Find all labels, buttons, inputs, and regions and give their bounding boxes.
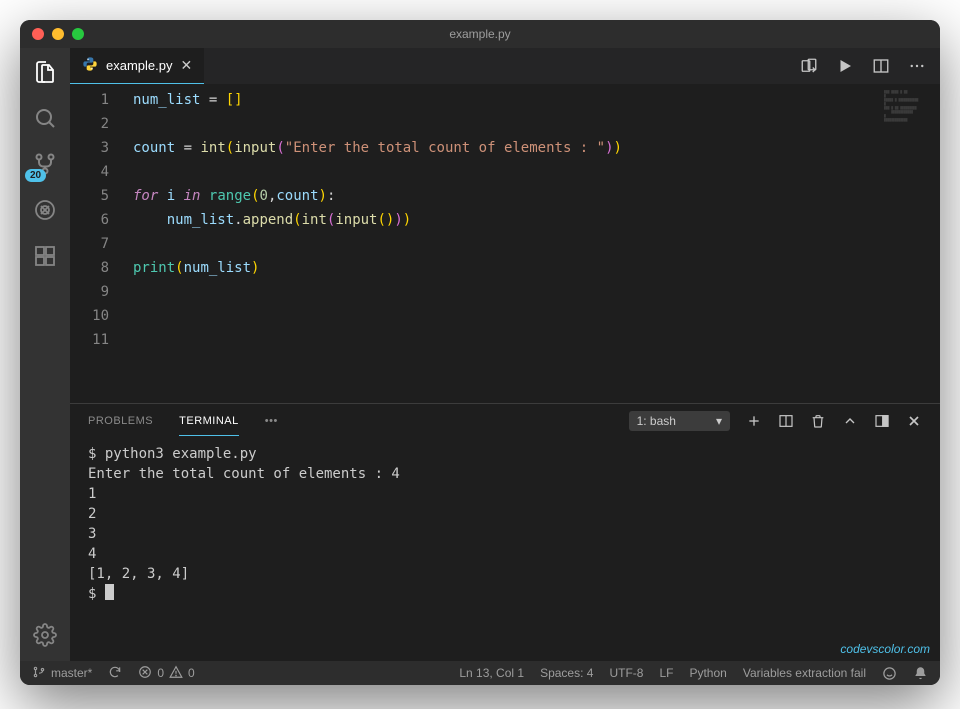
problems-status[interactable]: 0 0 — [138, 665, 194, 682]
dropdown-icon: ▾ — [716, 414, 722, 428]
scm-badge: 20 — [25, 169, 46, 182]
toggle-panel-icon[interactable] — [874, 413, 890, 429]
maximize-panel-icon[interactable] — [842, 413, 858, 429]
code-area[interactable]: num_list = [] count = int(input("Enter t… — [125, 84, 880, 403]
python-file-icon — [82, 56, 98, 75]
new-terminal-icon[interactable] — [746, 413, 762, 429]
watermark: codevscolor.com — [840, 639, 930, 659]
terminal-selector[interactable]: 1: bash ▾ — [629, 411, 730, 431]
indentation[interactable]: Spaces: 4 — [540, 666, 593, 680]
warning-count: 0 — [188, 666, 195, 680]
run-icon[interactable] — [836, 57, 854, 75]
cursor-position[interactable]: Ln 13, Col 1 — [459, 666, 524, 680]
branch-icon — [32, 665, 46, 682]
terminal-name: 1: bash — [637, 414, 676, 428]
window-title: example.py — [20, 27, 940, 41]
terminal[interactable]: $ python3 example.py Enter the total cou… — [70, 438, 940, 661]
extensions-icon[interactable] — [31, 242, 59, 270]
error-icon — [138, 665, 152, 682]
tab-filename: example.py — [106, 58, 172, 73]
source-control-icon[interactable]: 20 — [31, 150, 59, 178]
panel-tab-problems[interactable]: PROBLEMS — [88, 407, 153, 435]
tabs-row: example.py ✕ — [70, 48, 940, 84]
split-terminal-icon[interactable] — [778, 413, 794, 429]
sync-icon — [108, 665, 122, 682]
compare-changes-icon[interactable] — [800, 57, 818, 75]
git-branch[interactable]: master* — [32, 665, 92, 682]
more-actions-icon[interactable] — [908, 57, 926, 75]
encoding[interactable]: UTF-8 — [609, 666, 643, 680]
explorer-icon[interactable] — [31, 58, 59, 86]
panel-tabs: PROBLEMS TERMINAL ••• 1: bash ▾ — [70, 404, 940, 438]
tab-example-py[interactable]: example.py ✕ — [70, 48, 204, 84]
kill-terminal-icon[interactable] — [810, 413, 826, 429]
titlebar: example.py — [20, 20, 940, 48]
warning-icon — [169, 665, 183, 682]
sync-button[interactable] — [108, 665, 122, 682]
panel-tab-terminal[interactable]: TERMINAL — [179, 407, 239, 436]
debug-icon[interactable] — [31, 196, 59, 224]
panel-actions: 1: bash ▾ — [629, 411, 922, 431]
bottom-panel: PROBLEMS TERMINAL ••• 1: bash ▾ — [70, 403, 940, 661]
minimap[interactable]: ███ ████ █ ██ █ █████ █ ███████████ █ ██… — [880, 84, 940, 403]
search-icon[interactable] — [31, 104, 59, 132]
status-extra[interactable]: Variables extraction fail — [743, 666, 866, 680]
split-editor-icon[interactable] — [872, 57, 890, 75]
close-panel-icon[interactable] — [906, 413, 922, 429]
notifications-icon[interactable] — [913, 666, 928, 681]
status-bar: master* 0 0 Ln 13, Col 1 Spaces: 4 UTF-8… — [20, 661, 940, 685]
line-number-gutter: 1234567891011 — [70, 84, 125, 403]
settings-gear-icon[interactable] — [31, 621, 59, 649]
language-mode[interactable]: Python — [689, 666, 726, 680]
panel-tab-more[interactable]: ••• — [265, 407, 278, 435]
feedback-icon[interactable] — [882, 666, 897, 681]
error-count: 0 — [157, 666, 164, 680]
editor[interactable]: 1234567891011 num_list = [] count = int(… — [70, 84, 940, 403]
tab-close-icon[interactable]: ✕ — [180, 57, 192, 74]
body: 20 example.py ✕ — [20, 48, 940, 661]
activity-bar: 20 — [20, 48, 70, 661]
main-area: example.py ✕ 1234567891011 num_list = []… — [70, 48, 940, 661]
branch-name: master* — [51, 666, 92, 680]
editor-actions — [786, 48, 940, 84]
eol[interactable]: LF — [659, 666, 673, 680]
vscode-window: example.py 20 — [20, 20, 940, 685]
